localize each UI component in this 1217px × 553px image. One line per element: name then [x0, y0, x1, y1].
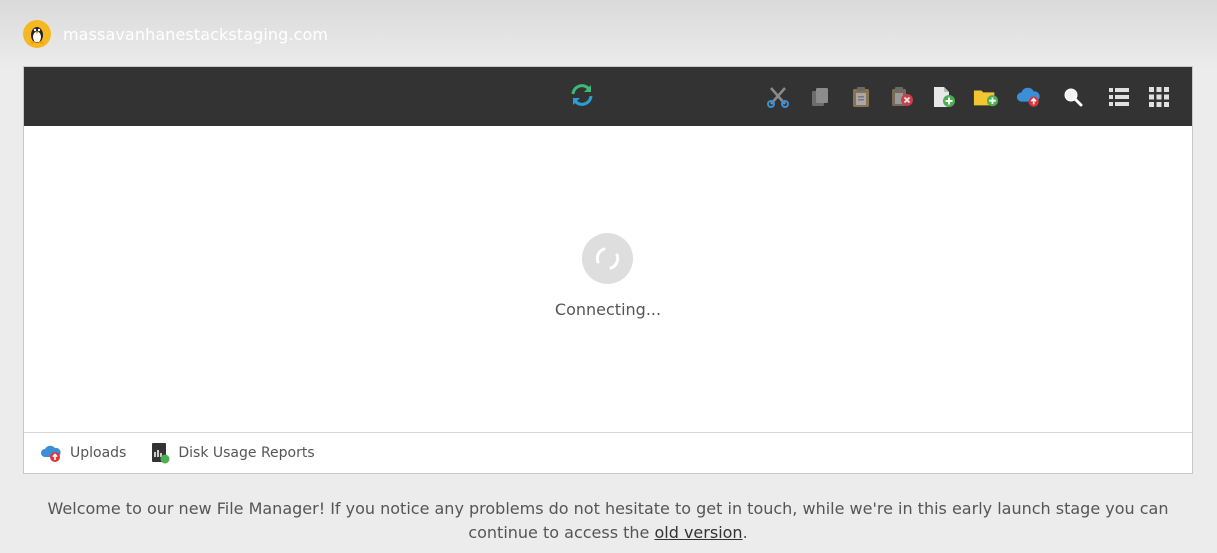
- old-version-link[interactable]: old version: [654, 523, 742, 542]
- notice-text: Welcome to our new File Manager! If you …: [47, 499, 1169, 542]
- new-folder-button[interactable]: [973, 84, 999, 110]
- disk-usage-label: Disk Usage Reports: [178, 445, 315, 461]
- new-file-button[interactable]: [931, 84, 957, 110]
- copy-icon: [812, 88, 828, 106]
- file-manager-panel: Connecting... Uploads Disk Usage Reports: [23, 66, 1193, 474]
- notice-suffix: .: [742, 523, 748, 542]
- grid-view-icon: [1149, 87, 1169, 107]
- scissors-icon: [767, 87, 789, 108]
- copy-button[interactable]: [807, 84, 833, 110]
- list-view-button[interactable]: [1106, 84, 1132, 110]
- grid-view-button[interactable]: [1146, 84, 1172, 110]
- loading-spinner-icon: [582, 233, 633, 284]
- upload-button[interactable]: [1016, 84, 1042, 110]
- cut-button[interactable]: [765, 84, 791, 110]
- uploads-label: Uploads: [70, 445, 127, 461]
- footer-bar: Uploads Disk Usage Reports: [24, 432, 1192, 473]
- search-button[interactable]: [1060, 84, 1086, 110]
- disk-usage-link[interactable]: Disk Usage Reports: [150, 442, 315, 464]
- uploads-link[interactable]: Uploads: [40, 443, 126, 463]
- cloud-upload-icon: [41, 445, 61, 462]
- search-icon: [1064, 88, 1083, 107]
- site-header: massavanhanestackstaging.com: [23, 20, 328, 48]
- welcome-notice: Welcome to our new File Manager! If you …: [23, 497, 1193, 545]
- new-folder-icon: [973, 90, 999, 107]
- refresh-button[interactable]: [569, 82, 595, 108]
- site-name: massavanhanestackstaging.com: [63, 24, 329, 44]
- file-list-area: Connecting...: [24, 126, 1192, 432]
- linux-penguin-icon: [23, 20, 51, 48]
- delete-icon: [892, 87, 913, 106]
- paste-button[interactable]: [848, 84, 874, 110]
- list-view-icon: [1109, 88, 1129, 106]
- delete-button[interactable]: [890, 84, 916, 110]
- disk-usage-icon: [152, 443, 170, 464]
- clipboard-icon: [853, 87, 869, 107]
- cloud-upload-icon: [1016, 87, 1040, 107]
- new-file-icon: [934, 87, 955, 107]
- toolbar: [24, 67, 1192, 126]
- connecting-status: Connecting...: [554, 300, 662, 319]
- refresh-icon: [571, 84, 593, 106]
